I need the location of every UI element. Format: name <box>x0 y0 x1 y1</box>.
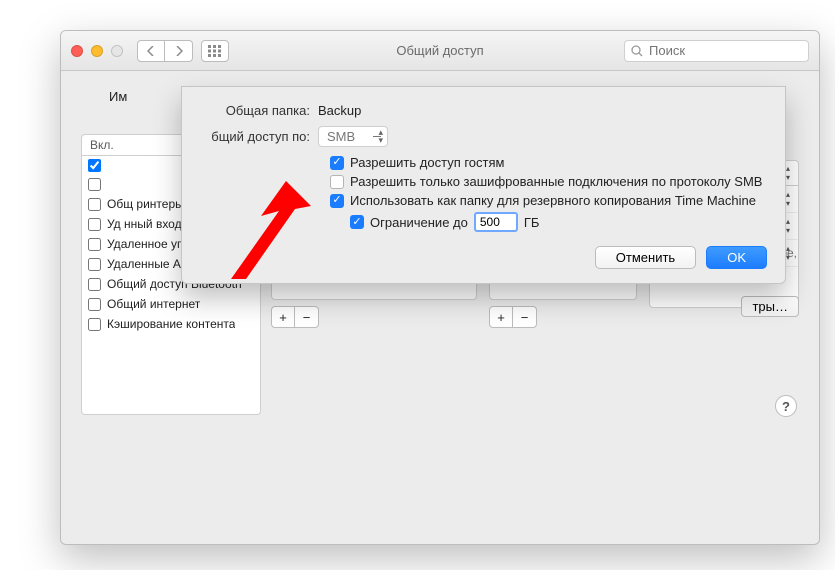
preferences-window: Общий доступ Им пьютере, Вкл. Общ ринтер… <box>60 30 820 545</box>
help-button[interactable]: ? <box>775 395 797 417</box>
users-plus-minus: + − <box>489 306 637 328</box>
advanced-options-sheet: Общая папка: Backup бщий доступ по: SMB … <box>181 86 786 284</box>
service-item[interactable]: Кэширование контента <box>82 314 260 334</box>
service-checkbox[interactable] <box>88 278 101 291</box>
add-folder-button[interactable]: + <box>271 306 295 328</box>
service-label: Общ ринтеры <box>107 197 184 211</box>
ok-button[interactable]: OK <box>706 246 767 269</box>
service-checkbox[interactable] <box>88 298 101 311</box>
options-button[interactable]: тры… <box>741 296 799 317</box>
service-label: Уд нный вход <box>107 217 182 231</box>
service-checkbox[interactable] <box>88 159 101 172</box>
limit-checkbox[interactable] <box>350 215 364 229</box>
limit-value-input[interactable] <box>474 212 518 232</box>
service-checkbox[interactable] <box>88 238 101 251</box>
allow-guest-checkbox[interactable] <box>330 156 344 170</box>
limit-prefix-label: Ограничение до <box>370 215 468 230</box>
limit-suffix-label: ГБ <box>524 215 540 230</box>
service-label: Общий интернет <box>107 297 200 311</box>
service-checkbox[interactable] <box>88 318 101 331</box>
service-label: Кэширование контента <box>107 317 235 331</box>
service-item[interactable]: Общий интернет <box>82 294 260 314</box>
chevron-updown-icon: ▴▾ <box>378 128 383 144</box>
share-via-value: SMB <box>327 129 355 144</box>
service-checkbox[interactable] <box>88 218 101 231</box>
folders-plus-minus: + − <box>271 306 477 328</box>
shared-folder-label: Общая папка: <box>200 103 310 118</box>
service-checkbox[interactable] <box>88 178 101 191</box>
timemachine-label: Использовать как папку для резервного ко… <box>350 193 756 208</box>
encrypted-only-checkbox[interactable] <box>330 175 344 189</box>
add-user-button[interactable]: + <box>489 306 513 328</box>
allow-guest-label: Разрешить доступ гостям <box>350 155 504 170</box>
share-via-label: бщий доступ по: <box>200 129 310 144</box>
cancel-button[interactable]: Отменить <box>595 246 696 269</box>
window-title: Общий доступ <box>61 43 819 58</box>
remove-user-button[interactable]: − <box>513 306 537 328</box>
timemachine-checkbox[interactable] <box>330 194 344 208</box>
encrypted-only-label: Разрешить только зашифрованные подключен… <box>350 174 762 189</box>
stepper-icon[interactable]: ▴▾ <box>786 190 790 208</box>
remove-folder-button[interactable]: − <box>295 306 319 328</box>
share-via-select[interactable]: SMB ▴▾ <box>318 126 388 147</box>
service-checkbox[interactable] <box>88 258 101 271</box>
shared-folder-value: Backup <box>318 103 361 118</box>
stepper-icon[interactable]: ▴▾ <box>786 217 790 235</box>
service-checkbox[interactable] <box>88 198 101 211</box>
titlebar: Общий доступ <box>61 31 819 71</box>
